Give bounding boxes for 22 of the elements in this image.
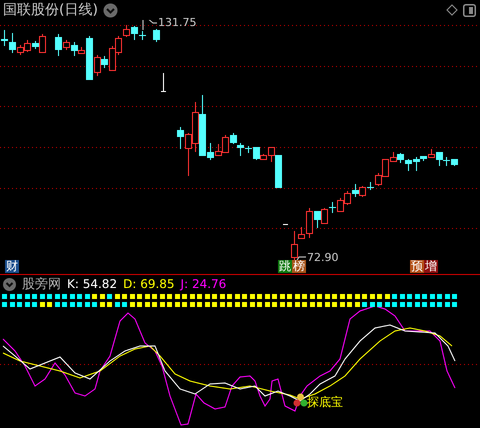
diamond-icon[interactable] <box>446 4 458 16</box>
candlestick <box>153 28 160 42</box>
leader-line <box>142 20 158 30</box>
event-tag[interactable]: 跳 <box>278 260 292 273</box>
panel-icon[interactable] <box>463 4 476 16</box>
event-tag[interactable]: 榜 <box>292 260 306 273</box>
indicator-name: 股旁网 <box>22 276 61 293</box>
adjustment-mark <box>161 73 166 92</box>
adjustment-mark <box>283 224 288 225</box>
dropdown-icon[interactable] <box>102 2 118 18</box>
chart-title: 国联股份(日线) <box>3 1 98 19</box>
price-label: 131.75 <box>158 17 196 29</box>
indicator-value: J: 24.76 <box>180 277 226 291</box>
event-tag[interactable]: 财 <box>5 260 19 273</box>
indicator-value: D: 69.85 <box>123 277 175 291</box>
coins-icon <box>294 394 308 406</box>
price-label: 72.90 <box>307 252 338 264</box>
event-tag[interactable]: 预 <box>410 260 424 273</box>
signal-label: 探底宝 <box>307 394 343 411</box>
event-tag[interactable]: 增 <box>424 260 438 273</box>
dropdown-icon[interactable] <box>3 278 16 290</box>
indicator-value: K: 54.82 <box>67 277 118 291</box>
